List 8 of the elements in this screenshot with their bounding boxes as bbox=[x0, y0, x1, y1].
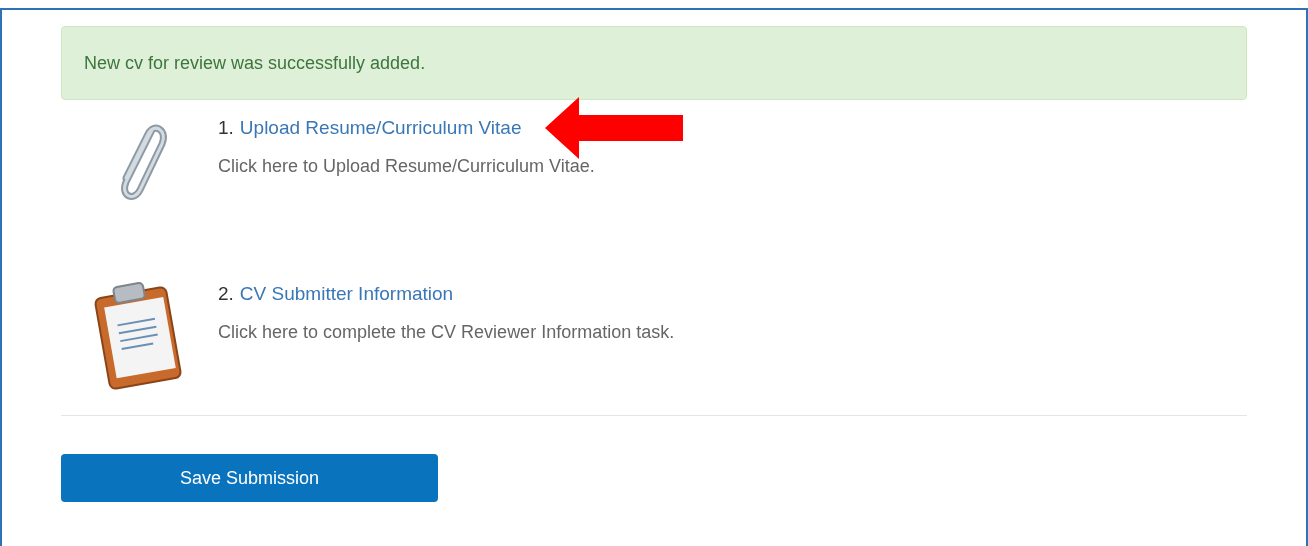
task-link[interactable]: Upload Resume/Curriculum Vitae bbox=[239, 114, 522, 143]
task-number: 2. bbox=[218, 282, 234, 306]
task-link[interactable]: CV Submitter Information bbox=[239, 280, 454, 309]
task-description: Click here to Upload Resume/Curriculum Vitae. bbox=[218, 154, 596, 178]
alert-message: New cv for review was successfully added. bbox=[84, 51, 426, 75]
task-number: 1. bbox=[218, 116, 234, 140]
save-submission-button[interactable]: Save Submission bbox=[61, 454, 438, 502]
task-description: Click here to complete the CV Reviewer Information task. bbox=[218, 320, 675, 344]
